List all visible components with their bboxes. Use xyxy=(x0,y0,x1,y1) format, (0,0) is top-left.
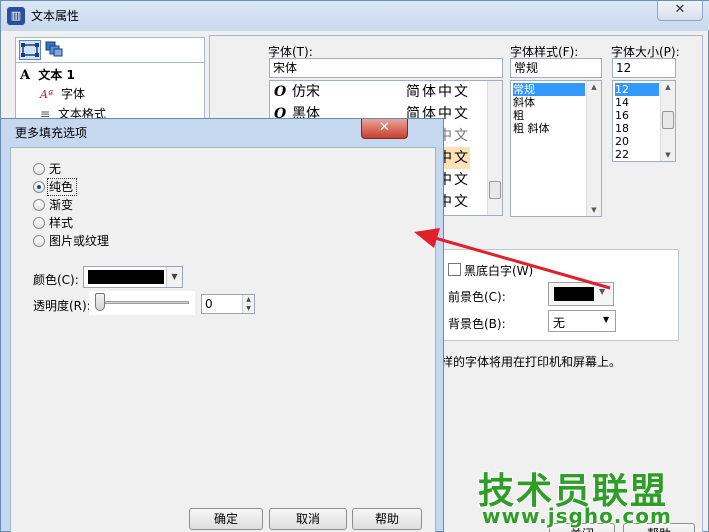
scroll-thumb[interactable] xyxy=(489,181,501,199)
list-item[interactable]: 斜体 xyxy=(513,96,535,109)
style-list-scrollbar[interactable]: ▲ ▼ xyxy=(586,81,601,216)
chevron-down-icon: ▼ xyxy=(599,287,606,296)
foreground-color-swatch xyxy=(554,287,594,301)
list-item[interactable]: 12 xyxy=(615,83,659,96)
preview-note: 样的字体将用在打印机和屏幕上。 xyxy=(441,355,622,369)
radio-label: 样式 xyxy=(49,216,74,230)
scroll-down-icon[interactable]: ▼ xyxy=(587,206,601,214)
font-style-list[interactable]: 常规 斜体 粗 粗 斜体 ▲ ▼ xyxy=(510,80,602,217)
opacity-slider[interactable] xyxy=(89,291,195,315)
color-swatch xyxy=(88,270,164,284)
chevron-down-icon[interactable]: ▼ xyxy=(166,267,182,287)
radio-button[interactable] xyxy=(33,163,45,175)
more-fill-options-dialog: 更多填充选项 ✕ 无 纯色 渐变 样式 图片或纹理 颜色(C): ▼ 透明度(R… xyxy=(0,118,444,532)
tree-view-icon xyxy=(21,43,39,57)
white-on-black-checkbox[interactable] xyxy=(448,263,461,276)
opacity-value: 0 xyxy=(205,297,213,311)
layers-icon xyxy=(45,41,63,57)
scroll-up-icon[interactable]: ▲ xyxy=(661,83,675,91)
radio-button[interactable] xyxy=(33,217,45,229)
list-item[interactable]: 粗 斜体 xyxy=(513,122,550,135)
radio-label: 图片或纹理 xyxy=(49,234,110,248)
window-title: 文本属性 xyxy=(31,9,80,23)
foreground-color-label: 前景色(C): xyxy=(448,290,506,304)
list-item[interactable]: 常规 xyxy=(513,83,585,96)
color-group: 黑底白字(W) 前景色(C): ▼ 背景色(B): 无 ▼ xyxy=(437,249,679,341)
font-size-input[interactable]: 12 xyxy=(612,58,676,78)
opacity-label: 透明度(R): xyxy=(33,299,91,313)
radio-label: 纯色 xyxy=(49,180,74,194)
tree-item-text1[interactable]: A 文本 1 xyxy=(20,66,75,84)
watermark-url: www.jsgho.com xyxy=(482,504,672,528)
scroll-thumb[interactable] xyxy=(662,111,674,129)
font-list-scrollbar[interactable] xyxy=(487,81,502,215)
scroll-up-icon[interactable]: ▲ xyxy=(587,83,601,91)
tree-view-button[interactable] xyxy=(19,40,41,60)
main-titlebar: ▥ 文本属性 ✕ xyxy=(1,1,709,31)
background-color-label: 背景色(B): xyxy=(448,317,506,331)
dialog-title: 更多填充选项 xyxy=(15,126,88,140)
slider-track[interactable] xyxy=(97,301,189,304)
radio-label: 渐变 xyxy=(49,198,74,212)
font-name: 仿宋 xyxy=(292,84,320,100)
radio-button[interactable] xyxy=(33,235,45,247)
slider-thumb[interactable] xyxy=(95,293,105,311)
tree-toolbar xyxy=(15,37,205,63)
radio-button[interactable] xyxy=(33,181,45,193)
layers-button[interactable] xyxy=(44,40,66,60)
font-icon: Aª xyxy=(40,88,54,101)
dialog-close-button[interactable]: ✕ xyxy=(361,119,408,139)
dialog-help-button[interactable]: 帮助 xyxy=(352,508,422,530)
font-size-list[interactable]: 12 14 16 18 20 22 ▲ ▼ xyxy=(612,80,676,162)
background-color-select[interactable]: 无 ▼ xyxy=(548,310,616,332)
list-item[interactable]: 粗 xyxy=(513,109,524,122)
tree-item-label: 字体 xyxy=(61,87,86,101)
tree-item-label: 文本 1 xyxy=(38,68,75,82)
chevron-down-icon: ▼ xyxy=(603,315,610,324)
radio-label: 无 xyxy=(49,162,62,176)
spin-arrows-icon[interactable]: ▲ ▼ xyxy=(242,295,254,313)
foreground-color-picker[interactable]: ▼ xyxy=(548,282,614,306)
ok-button[interactable]: 确定 xyxy=(189,508,263,530)
cancel-button[interactable]: 取消 xyxy=(269,508,347,530)
text-object-icon: A xyxy=(20,68,31,83)
dialog-body: 无 纯色 渐变 样式 图片或纹理 颜色(C): ▼ 透明度(R): 0 ▲ ▼ … xyxy=(10,147,436,532)
list-item[interactable]: 18 xyxy=(615,122,629,135)
list-item[interactable]: 16 xyxy=(615,109,629,122)
background-color-value: 无 xyxy=(553,316,566,330)
radio-button[interactable] xyxy=(33,199,45,211)
opentype-icon: O xyxy=(274,84,287,100)
list-item[interactable]: 22 xyxy=(615,148,629,161)
list-item[interactable]: 20 xyxy=(615,135,629,148)
tree-item-font[interactable]: Aª 字体 xyxy=(40,85,85,103)
list-item[interactable]: O 仿宋 简体中文 xyxy=(270,81,490,103)
app-icon: ▥ xyxy=(7,7,25,25)
size-list-scrollbar[interactable]: ▲ ▼ xyxy=(660,81,675,161)
color-label: 颜色(C): xyxy=(33,273,79,287)
font-family-input[interactable]: 宋体 xyxy=(269,58,503,78)
color-select[interactable]: ▼ xyxy=(83,266,183,288)
font-sample: 简体中文 xyxy=(406,84,470,100)
white-on-black-label: 黑底白字(W) xyxy=(464,264,534,278)
opacity-input[interactable]: 0 ▲ ▼ xyxy=(201,294,255,314)
font-style-input[interactable]: 常规 xyxy=(510,58,602,78)
main-close-button[interactable]: ✕ xyxy=(657,1,703,21)
list-item[interactable]: 14 xyxy=(615,96,629,109)
scroll-down-icon[interactable]: ▼ xyxy=(661,151,675,159)
